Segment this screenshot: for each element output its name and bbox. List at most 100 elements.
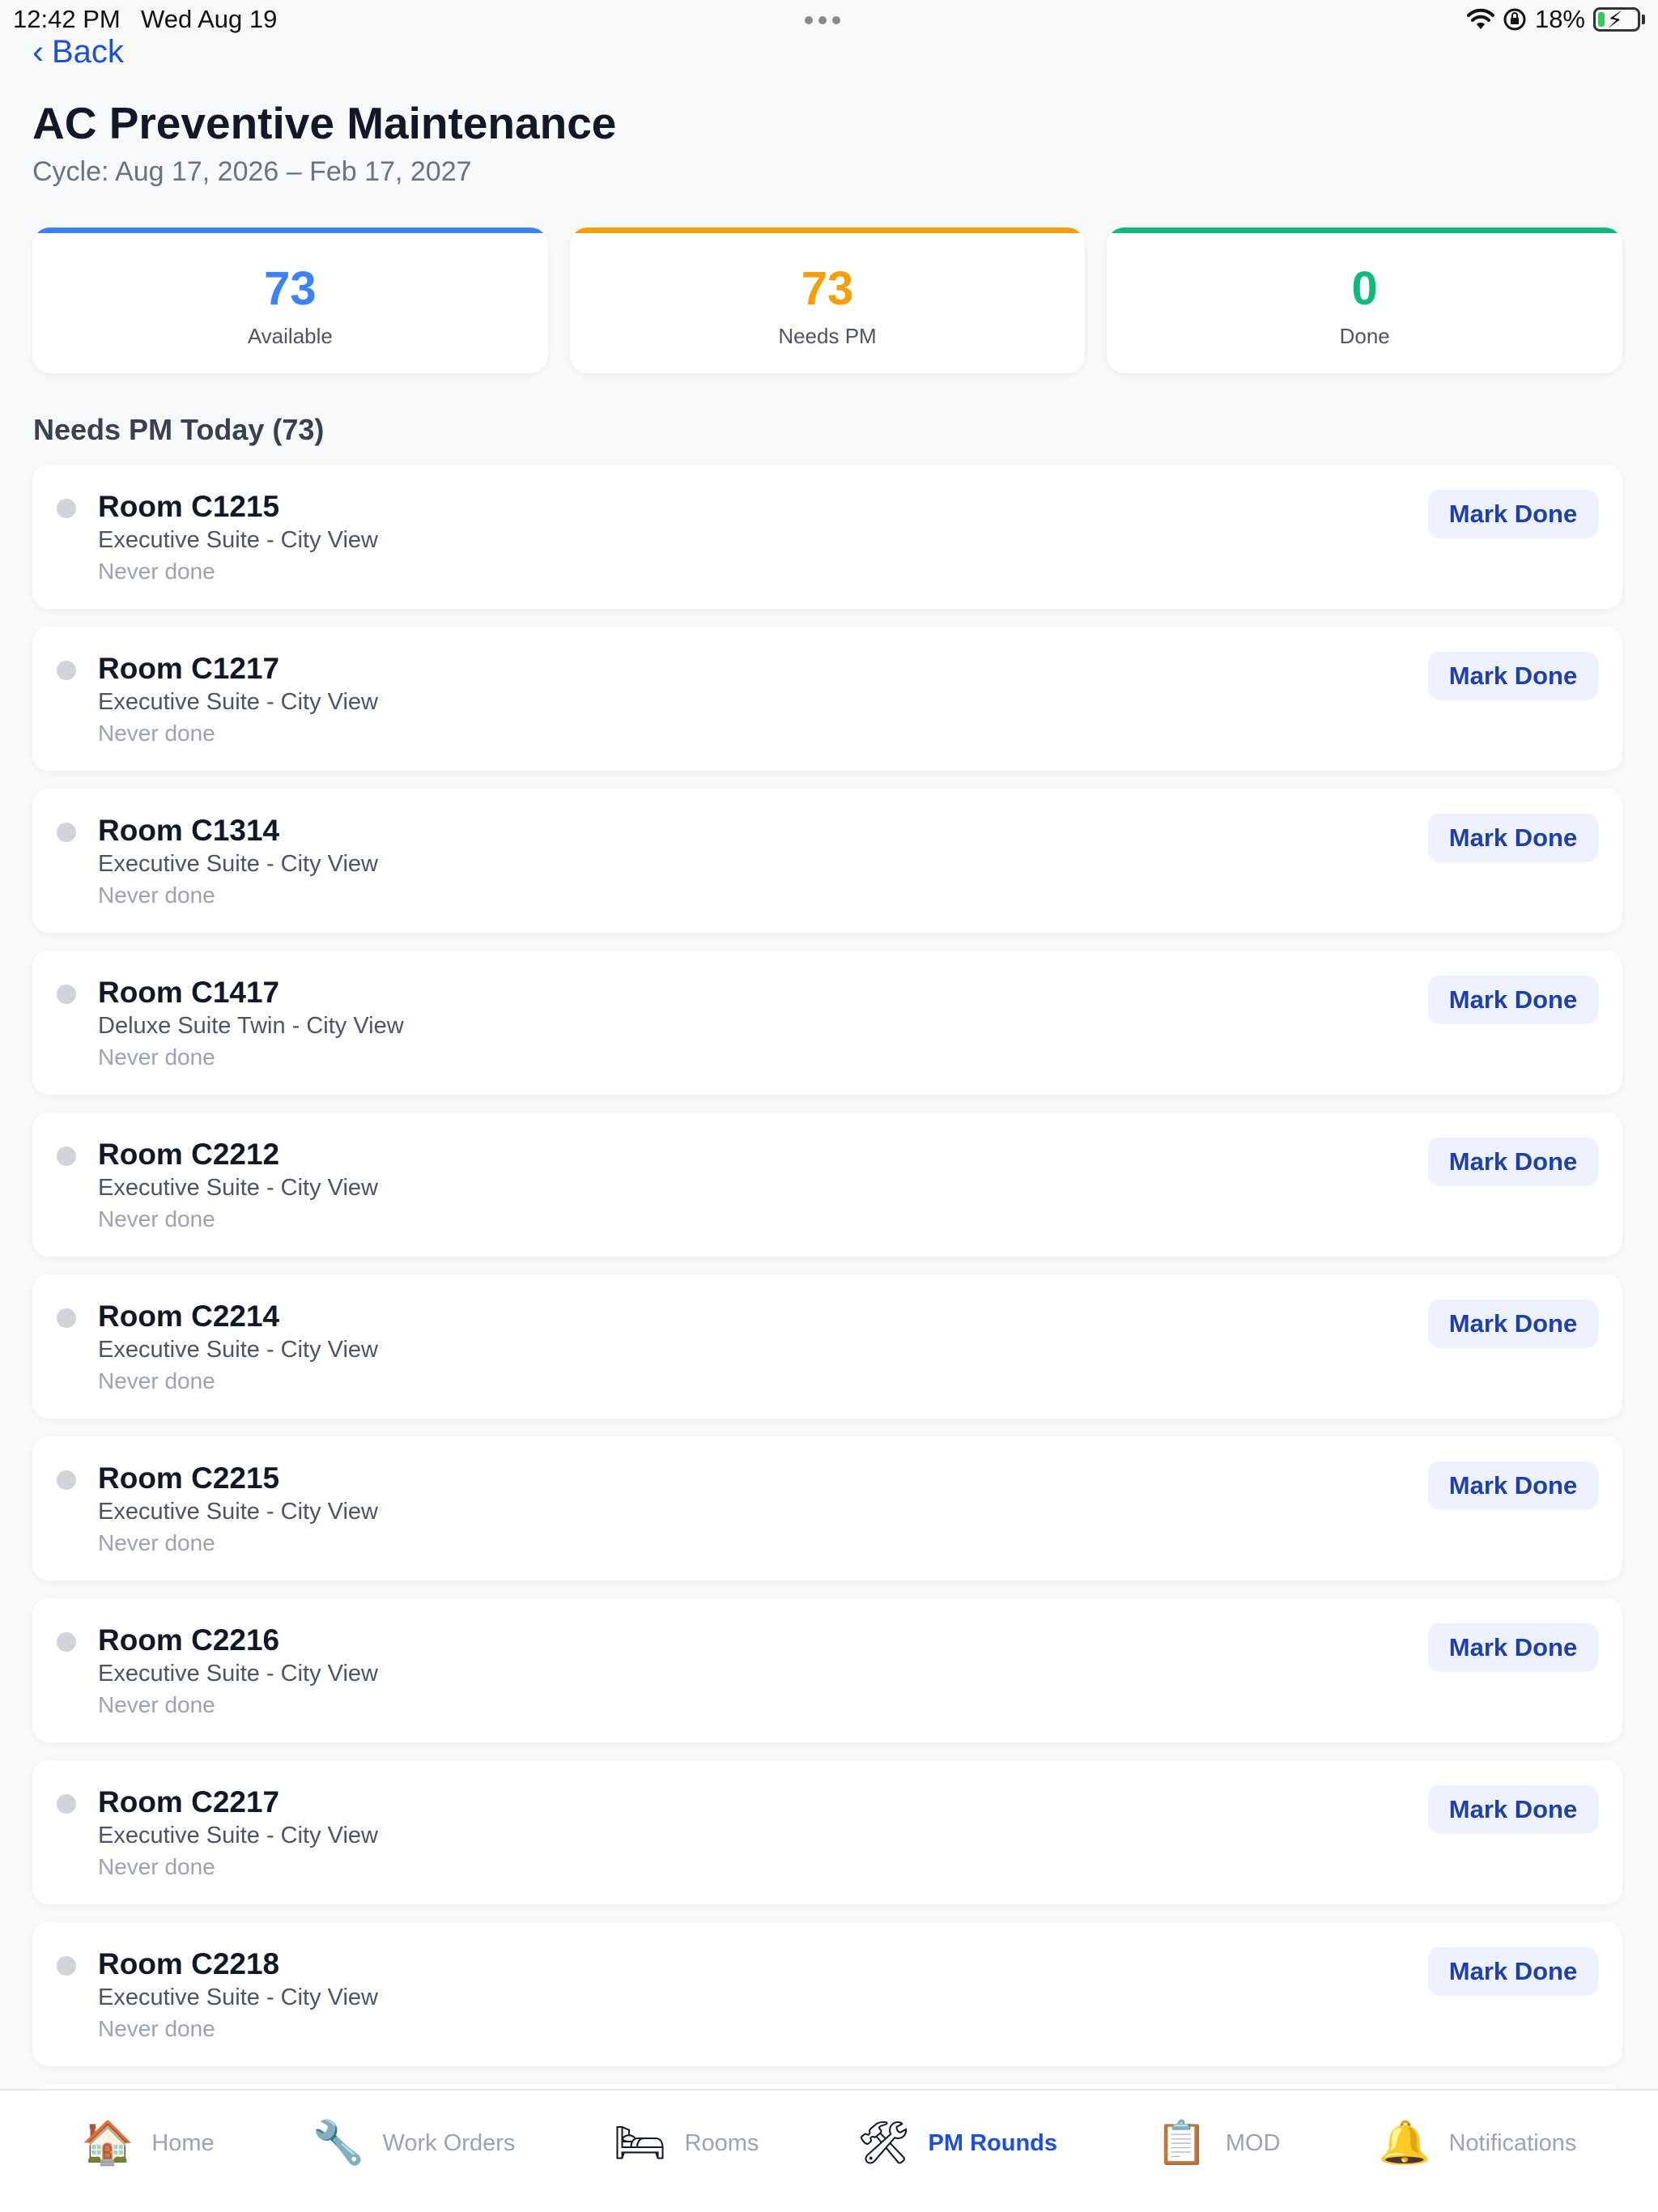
- room-type: Executive Suite - City View: [98, 527, 378, 553]
- status-dot: [57, 1146, 76, 1166]
- room-type: Executive Suite - City View: [98, 1984, 378, 2010]
- cycle-range: Cycle: Aug 17, 2026 – Feb 17, 2027: [32, 156, 472, 187]
- tab-label: Work Orders: [382, 2129, 516, 2156]
- tab-label: MOD: [1225, 2129, 1281, 2156]
- house-icon: 🏠: [81, 2120, 134, 2167]
- status-dot: [57, 1470, 76, 1490]
- mark-done-button[interactable]: Mark Done: [1428, 976, 1598, 1024]
- bed-icon: 🛏: [613, 2120, 667, 2167]
- list-item[interactable]: Room C1215 Executive Suite - City View N…: [32, 465, 1622, 609]
- list-item[interactable]: Room C1217 Executive Suite - City View N…: [32, 627, 1622, 771]
- room-type: Executive Suite - City View: [98, 1499, 378, 1525]
- list-item[interactable]: Room C2216 Executive Suite - City View N…: [32, 1598, 1622, 1742]
- list-item[interactable]: Room C1417 Deluxe Suite Twin - City View…: [32, 951, 1622, 1095]
- last-done: Never done: [98, 1206, 215, 1231]
- status-time: 12:42 PM: [13, 5, 121, 33]
- mark-done-button[interactable]: Mark Done: [1428, 1461, 1598, 1510]
- app-screen: 12:42 PM Wed Aug 19 18% ⚡ ‹ Back AC Prev…: [0, 0, 1658, 2212]
- room-type: Executive Suite - City View: [98, 851, 378, 877]
- multitasking-dots-icon[interactable]: [805, 16, 840, 24]
- back-button[interactable]: ‹ Back: [32, 32, 124, 71]
- stat-card-done: 0 Done: [1107, 228, 1623, 373]
- room-type: Executive Suite - City View: [98, 1175, 378, 1201]
- status-dot: [57, 1308, 76, 1328]
- tab-label: Rooms: [684, 2129, 759, 2156]
- mark-done-button[interactable]: Mark Done: [1428, 1785, 1598, 1834]
- stat-card-needs-pm: 73 Needs PM: [569, 228, 1086, 373]
- tab-rooms[interactable]: 🛏 Rooms: [614, 2122, 759, 2164]
- mark-done-button[interactable]: Mark Done: [1428, 1300, 1598, 1348]
- last-done: Never done: [98, 1692, 215, 1717]
- room-name: Room C2217: [98, 1785, 280, 1819]
- status-dot: [57, 985, 76, 1004]
- tab-pm-rounds[interactable]: 🛠 PM Rounds: [857, 2122, 1058, 2164]
- orientation-lock-icon: [1503, 8, 1526, 31]
- room-name: Room C2212: [98, 1138, 280, 1171]
- list-item[interactable]: Room C2217 Executive Suite - City View N…: [32, 1760, 1622, 1904]
- battery-cap: [1642, 15, 1645, 24]
- mark-done-button[interactable]: Mark Done: [1428, 1947, 1598, 1996]
- list-item[interactable]: Room C2215 Executive Suite - City View N…: [32, 1436, 1622, 1580]
- status-dot: [57, 661, 76, 680]
- status-dot: [57, 1632, 76, 1652]
- status-dot: [57, 1956, 76, 1976]
- mark-done-button[interactable]: Mark Done: [1428, 1138, 1598, 1186]
- room-type: Deluxe Suite Twin - City View: [98, 1013, 404, 1039]
- last-done: Never done: [98, 2016, 215, 2041]
- stat-label: Available: [247, 324, 333, 348]
- tab-label: Notifications: [1448, 2129, 1577, 2156]
- tab-work-orders[interactable]: 🔧 Work Orders: [312, 2122, 516, 2164]
- tab-mod[interactable]: 📋 MOD: [1155, 2122, 1280, 2164]
- chevron-left-icon: ‹: [32, 32, 44, 70]
- room-type: Executive Suite - City View: [98, 1661, 378, 1687]
- last-done: Never done: [98, 559, 215, 584]
- room-name: Room C1217: [98, 652, 280, 685]
- stats-row: 73 Available 73 Needs PM 0 Done: [32, 228, 1623, 373]
- back-label: Back: [52, 33, 124, 70]
- status-dot: [57, 499, 76, 518]
- list-item[interactable]: Room C2212 Executive Suite - City View N…: [32, 1112, 1622, 1257]
- tab-label: Home: [151, 2129, 215, 2156]
- room-type: Executive Suite - City View: [98, 689, 378, 715]
- room-name: Room C2216: [98, 1623, 280, 1657]
- list-item[interactable]: Room C1314 Executive Suite - City View N…: [32, 789, 1622, 933]
- list-item[interactable]: Room C2218 Executive Suite - City View N…: [32, 1922, 1622, 2066]
- room-name: Room C2215: [98, 1461, 280, 1495]
- tab-label: PM Rounds: [928, 2129, 1058, 2156]
- last-done: Never done: [98, 1530, 215, 1555]
- page-title: AC Preventive Maintenance: [32, 98, 617, 148]
- last-done: Never done: [98, 883, 215, 908]
- room-name: Room C2218: [98, 1947, 280, 1980]
- battery-charging-icon: ⚡: [1593, 7, 1640, 32]
- stat-accent-bar: [1107, 228, 1623, 233]
- status-dot: [57, 1794, 76, 1814]
- tab-home[interactable]: 🏠 Home: [82, 2122, 215, 2164]
- tab-bar: 🏠 Home 🔧 Work Orders 🛏 Rooms 🛠 PM Rounds…: [0, 2089, 1658, 2212]
- bell-icon: 🔔: [1378, 2120, 1431, 2167]
- last-done: Never done: [98, 1854, 215, 1879]
- last-done: Never done: [98, 1044, 215, 1070]
- room-name: Room C2214: [98, 1300, 280, 1333]
- stat-value: 0: [1351, 262, 1378, 315]
- last-done: Never done: [98, 721, 215, 746]
- room-type: Executive Suite - City View: [98, 1337, 378, 1363]
- last-done: Never done: [98, 1368, 215, 1393]
- room-name: Room C1314: [98, 814, 280, 847]
- stat-label: Needs PM: [778, 324, 877, 348]
- battery-percent: 18%: [1534, 5, 1585, 33]
- stat-value: 73: [264, 262, 317, 315]
- mark-done-button[interactable]: Mark Done: [1428, 652, 1598, 700]
- stat-value: 73: [801, 262, 854, 315]
- tab-notifications[interactable]: 🔔 Notifications: [1379, 2122, 1577, 2164]
- room-name: Room C1215: [98, 490, 280, 523]
- mark-done-button[interactable]: Mark Done: [1428, 1623, 1598, 1672]
- wrench-icon: 🔧: [312, 2120, 365, 2167]
- stat-accent-bar: [32, 228, 548, 233]
- status-dot: [57, 823, 76, 842]
- stat-label: Done: [1339, 324, 1390, 348]
- mark-done-button[interactable]: Mark Done: [1428, 490, 1598, 538]
- mark-done-button[interactable]: Mark Done: [1428, 814, 1598, 862]
- list-item[interactable]: Room C2214 Executive Suite - City View N…: [32, 1274, 1622, 1419]
- hammer-and-wrench-icon: 🛠: [857, 2120, 911, 2167]
- stat-card-available: 73 Available: [32, 228, 548, 373]
